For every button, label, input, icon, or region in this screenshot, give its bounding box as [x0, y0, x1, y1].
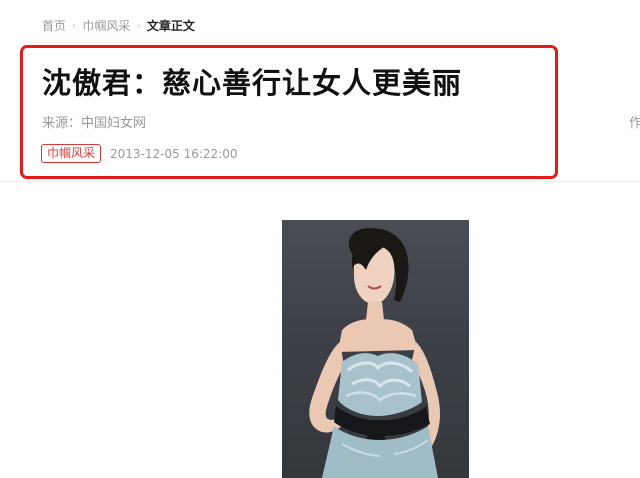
breadcrumb-home-link[interactable]: 首页	[42, 17, 66, 34]
breadcrumb-category-link[interactable]: 巾帼风采	[82, 17, 130, 34]
article-author: 作	[629, 116, 640, 131]
article-source: 来源：中国妇女网	[42, 116, 147, 131]
breadcrumb: 首页 › 巾帼风采 › 文章正文	[42, 15, 195, 35]
breadcrumb-current: 文章正文	[146, 18, 195, 33]
chevron-right-icon: ›	[72, 18, 77, 32]
article-photo	[282, 220, 469, 478]
header-divider	[0, 181, 640, 182]
article-meta: 巾帼风采 2013-12-05 16:22:00	[41, 144, 237, 163]
category-tag[interactable]: 巾帼风采	[41, 144, 102, 163]
article-title: 沈傲君：慈心善行让女人更美丽	[42, 66, 463, 100]
article-page: 首页 › 巾帼风采 › 文章正文 沈傲君：慈心善行让女人更美丽 来源：中国妇女网…	[0, 0, 640, 478]
chevron-right-icon: ›	[136, 18, 141, 32]
publish-time: 2013-12-05 16:22:00	[110, 146, 238, 161]
